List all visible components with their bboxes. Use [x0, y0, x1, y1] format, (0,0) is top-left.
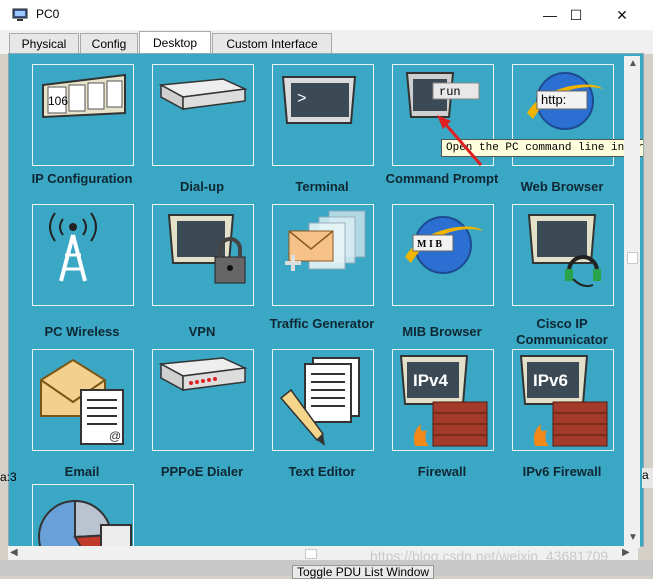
pppoe-dialer-label: PPPoE Dialer: [160, 464, 244, 479]
pc-app-icon: [12, 8, 28, 21]
ipv6-firewall-icon: IPv6: [519, 355, 608, 447]
cisco-ip-communicator-label: Cisco IP Communicator: [516, 316, 608, 347]
scroll-up-icon[interactable]: ▲: [628, 58, 638, 69]
mib-browser-tile[interactable]: M I B: [392, 204, 494, 306]
ip-configuration-label: IP Configuration: [31, 171, 133, 186]
terminal-label: Terminal: [295, 179, 349, 194]
tab-desktop[interactable]: Desktop: [139, 31, 211, 54]
close-icon: ✕: [616, 6, 628, 23]
email-tile[interactable]: @: [32, 349, 134, 451]
dial-up-tile[interactable]: [152, 64, 254, 166]
mib-browser-text: M I B: [417, 239, 442, 250]
dial-up-label: Dial-up: [179, 179, 225, 194]
vpn-label: VPN: [188, 324, 216, 339]
traffic-generator-icon: [285, 210, 366, 271]
terminal-tile[interactable]: >: [272, 64, 374, 166]
annotation-arrow-icon: [437, 115, 483, 166]
tab-bar: Physical Config Desktop Custom Interface: [0, 30, 653, 54]
title-bar: PC0 — ☐ ✕: [0, 0, 653, 31]
left-edge-fragment: a:3: [0, 470, 17, 484]
watermark-text: https://blog.csdn.net/weixin_43681709: [370, 548, 609, 564]
mib-browser-label: MIB Browser: [402, 324, 482, 339]
pie-chart-app-tile[interactable]: [32, 484, 134, 546]
scroll-down-icon[interactable]: ▼: [628, 532, 638, 543]
scroll-right-icon[interactable]: ▶: [622, 547, 630, 558]
web-browser-http-text: http:: [541, 92, 566, 107]
pppoe-dialer-tile[interactable]: [152, 349, 254, 451]
firewall-ipv6-text: IPv6: [533, 371, 568, 390]
maximize-icon: ☐: [569, 6, 583, 23]
terminal-prompt-glyph: >: [297, 90, 307, 108]
command-prompt-run-text: run: [439, 85, 461, 99]
wireless-tower-icon: [49, 212, 97, 282]
ipv6-firewall-label: IPv6 Firewall: [522, 464, 602, 479]
firewall-ipv4-text: IPv4: [413, 371, 449, 390]
ip-config-icon: 106: [42, 73, 126, 119]
ip-config-number: 106: [48, 94, 68, 108]
traffic-generator-label: Traffic Generator: [269, 316, 375, 331]
firewall-label: Firewall: [417, 464, 467, 479]
maximize-button[interactable]: ☐: [553, 0, 599, 30]
text-editor-tile[interactable]: [272, 349, 374, 451]
ip-configuration-tile[interactable]: 106: [32, 64, 134, 166]
traffic-generator-tile[interactable]: [272, 204, 374, 306]
tab-config[interactable]: Config: [80, 33, 138, 53]
vertical-scroll-thumb[interactable]: [627, 252, 638, 264]
svg-text:@: @: [109, 429, 121, 443]
vpn-tile[interactable]: [152, 204, 254, 306]
mib-browser-icon: M I B: [405, 216, 483, 274]
web-browser-label: Web Browser: [520, 179, 604, 194]
terminal-icon: >: [281, 76, 357, 124]
right-edge-fragment: a: [642, 468, 653, 488]
horizontal-scroll-thumb[interactable]: [305, 549, 317, 559]
text-editor-icon: [279, 357, 360, 446]
vertical-scrollbar[interactable]: ▲ ▼: [624, 56, 640, 548]
firewall-tile[interactable]: IPv4: [392, 349, 494, 451]
ip-communicator-icon: [527, 214, 601, 288]
toggle-pdu-list-button[interactable]: Toggle PDU List Window: [292, 565, 435, 579]
text-editor-label: Text Editor: [288, 464, 356, 479]
tab-physical[interactable]: Physical: [9, 33, 79, 53]
ipv6-firewall-tile[interactable]: IPv6: [512, 349, 614, 451]
pie-chart-icon: [38, 499, 132, 546]
scroll-left-icon[interactable]: ◀: [10, 547, 18, 558]
pc-wireless-label: PC Wireless: [44, 324, 120, 339]
pppoe-dialer-icon: [158, 357, 248, 392]
cisco-ip-communicator-tile[interactable]: [512, 204, 614, 306]
pc-wireless-tile[interactable]: [32, 204, 134, 306]
close-button[interactable]: ✕: [599, 0, 645, 30]
email-icon: @: [40, 358, 124, 445]
command-prompt-label: Command Prompt: [385, 171, 499, 186]
email-label: Email: [64, 464, 100, 479]
desktop-panel: 106 IP Configuration Dial-up > Terminal …: [8, 53, 644, 547]
firewall-icon: IPv4: [399, 355, 488, 447]
vpn-lock-icon: [167, 214, 246, 284]
tab-custom-interface[interactable]: Custom Interface: [212, 33, 332, 53]
modem-icon: [158, 78, 248, 111]
window-title: PC0: [36, 7, 60, 21]
